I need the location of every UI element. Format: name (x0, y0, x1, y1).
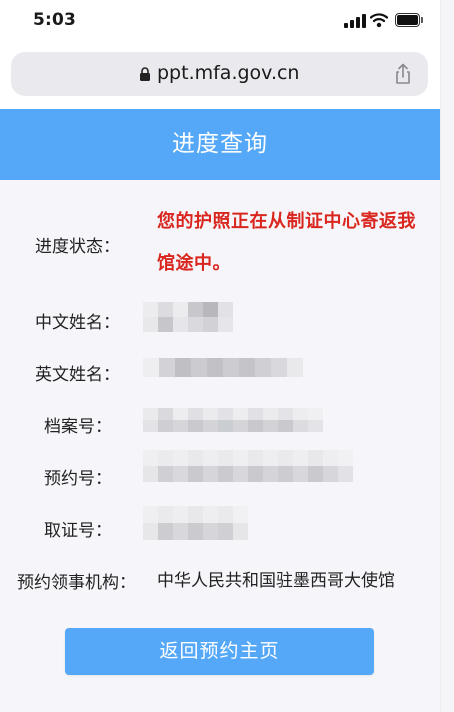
address-bar[interactable]: ppt.mfa.gov.cn (11, 52, 428, 96)
label-appointment-number: 预约号： (44, 469, 112, 489)
status-bar: 5:03 (0, 0, 440, 44)
url-text[interactable]: ppt.mfa.gov.cn (157, 62, 299, 84)
redacted-chinese-name (143, 302, 233, 332)
page-title: 进度查询 (172, 131, 268, 157)
redacted-appointment-number (143, 450, 353, 482)
wifi-icon (370, 13, 388, 28)
consular-office-value: 中华人民共和国驻墨西哥大使馆 (157, 571, 395, 591)
header-banner: 进度查询 (0, 109, 440, 180)
share-icon[interactable] (392, 63, 414, 85)
battery-icon (395, 13, 420, 27)
label-consular-office: 预约领事机构： (17, 573, 136, 593)
label-collection-number: 取证号： (44, 521, 112, 541)
redacted-collection-number (143, 506, 248, 540)
status-time: 5:03 (33, 10, 77, 30)
redacted-file-number (143, 408, 323, 432)
redacted-english-name (143, 358, 303, 377)
label-file-number: 档案号： (44, 417, 112, 437)
signal-icon (344, 14, 366, 28)
scrollbar[interactable] (440, 0, 454, 712)
label-english-name: 英文姓名： (35, 365, 120, 385)
label-chinese-name: 中文姓名： (35, 313, 120, 333)
lock-icon (140, 67, 150, 81)
back-to-appointment-home-button[interactable]: 返回预约主页 (65, 628, 374, 675)
label-progress-status: 进度状态： (35, 237, 120, 257)
battery-cap (421, 17, 423, 23)
progress-status-value: 您的护照正在从制证中心寄返我馆途中。 (157, 211, 416, 274)
